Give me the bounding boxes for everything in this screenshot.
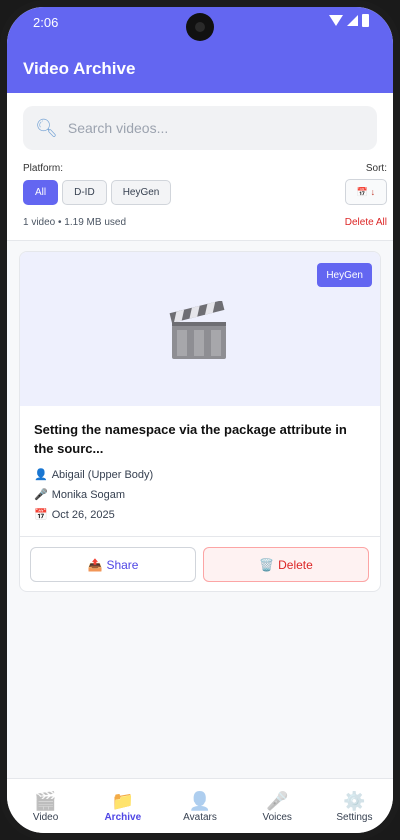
calendar-icon: 📅 [34, 509, 48, 521]
avatar-name: Abigail (Upper Body) [51, 468, 154, 481]
gear-icon: ⚙️ [343, 791, 366, 811]
platform-label: Platform: [23, 163, 64, 174]
app-bar: Video Archive [7, 41, 393, 93]
status-time: 2:06 [33, 15, 59, 30]
video-card: HeyGen Setting the namespace via the pac… [19, 251, 381, 592]
search-input[interactable] [67, 120, 348, 136]
video-thumbnail[interactable]: HeyGen [20, 252, 380, 406]
nav-label-avatars: Avatars [183, 812, 217, 823]
trash-icon: 🗑️ [259, 557, 275, 572]
voice-meta: 🎤 Monika Sogam [34, 488, 126, 502]
page-title: Video Archive [23, 59, 136, 78]
delete-all-button[interactable]: Delete All [345, 217, 387, 228]
nav-label-archive: Archive [104, 812, 142, 823]
delete-label: Delete [278, 557, 313, 572]
microphone-icon: 🎤 [266, 791, 289, 811]
phone-frame: 2:06 Video Archive 🔍︎ Platform: Sort: Al… [0, 0, 400, 840]
folder-icon: 📁 [111, 791, 135, 811]
clapperboard-icon [169, 301, 226, 359]
card-divider [20, 536, 380, 537]
microphone-icon: 🎤 [34, 489, 48, 501]
video-title: Setting the namespace via the package at… [34, 422, 347, 456]
nav-item-settings[interactable]: ⚙️ Settings [316, 779, 393, 833]
platform-badge: HeyGen [317, 263, 372, 287]
nav-label-video: Video [32, 812, 59, 823]
nav-item-archive[interactable]: 📁 Archive [84, 779, 161, 833]
share-button[interactable]: 📤 Share [30, 547, 196, 582]
voice-name: Monika Sogam [51, 488, 126, 501]
battery-icon [362, 14, 369, 27]
delete-button[interactable]: 🗑️ Delete [203, 547, 369, 582]
platform-chip-d-id[interactable]: D-ID [62, 180, 107, 205]
camera-cutout [186, 13, 214, 41]
platform-chip-heygen[interactable]: HeyGen [110, 180, 172, 205]
platform-chip-all[interactable]: All [23, 180, 59, 205]
status-icons [329, 14, 369, 27]
person-icon: 👤 [188, 791, 212, 811]
video-date: Oct 26, 2025 [51, 508, 115, 521]
search-icon: 🔍︎ [35, 117, 58, 138]
nav-label-settings: Settings [336, 812, 373, 823]
clapperboard-icon: 🎬 [34, 791, 57, 811]
date-meta: 📅 Oct 26, 2025 [34, 508, 115, 522]
wifi-icon [329, 15, 343, 26]
nav-label-voices: Voices [262, 812, 292, 823]
person-icon: 👤 [34, 469, 48, 481]
signal-icon [347, 15, 358, 26]
home-indicator [194, 833, 214, 836]
sort-date-button[interactable]: 📅 ↓ [345, 179, 387, 205]
search-box[interactable]: 🔍︎ [23, 106, 377, 150]
nav-item-avatars[interactable]: 👤 Avatars [161, 779, 238, 833]
avatar-meta: 👤 Abigail (Upper Body) [34, 468, 154, 482]
nav-item-voices[interactable]: 🎤 Voices [239, 779, 316, 833]
platform-filter-chips: All D-ID HeyGen [23, 180, 172, 205]
storage-usage: 1 video • 1.19 MB used [23, 217, 127, 228]
share-icon: 📤 [87, 557, 103, 572]
sort-label: Sort: [365, 163, 387, 174]
bottom-navigation: 🎬 Video 📁 Archive 👤 Avatars 🎤 Voices ⚙️ … [7, 778, 393, 833]
nav-item-video[interactable]: 🎬 Video [7, 779, 84, 833]
status-bar: 2:06 [7, 7, 393, 41]
filter-panel: 🔍︎ Platform: Sort: All D-ID HeyGen 📅 ↓ 1… [7, 93, 393, 241]
share-label: Share [106, 557, 139, 572]
